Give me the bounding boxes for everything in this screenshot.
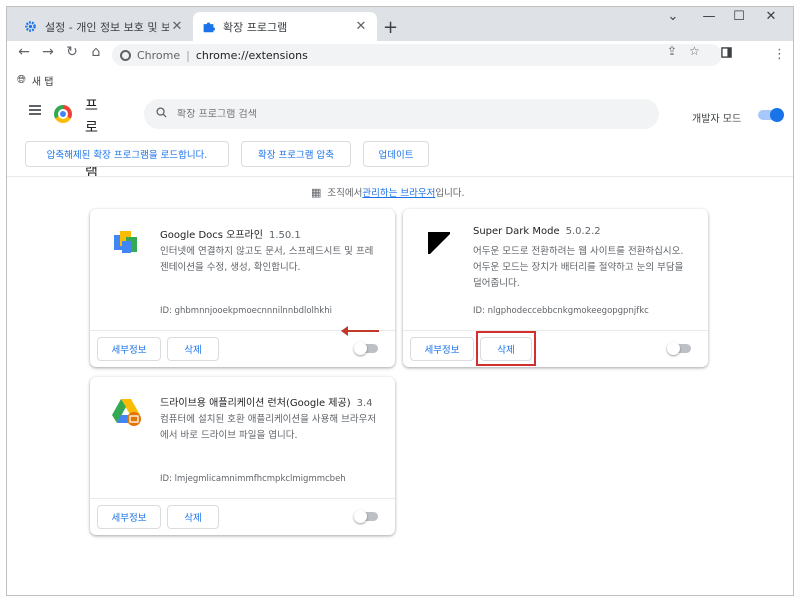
chevron-down-icon[interactable]: ⌄ [655, 9, 691, 24]
extension-version: 1.50.1 [268, 230, 301, 241]
search-icon [156, 107, 167, 121]
extension-id: ID: nlgphodeccebbcnkgmokeegopgpnjfkc [473, 306, 649, 316]
details-button[interactable]: 세부정보 [97, 337, 161, 361]
chrome-logo-icon [54, 105, 72, 123]
share-icon[interactable]: ⇪ [667, 44, 677, 58]
bookmark-star-icon[interactable]: ☆ [689, 44, 700, 58]
globe-icon: 🌐︎ [17, 73, 26, 86]
side-panel-icon[interactable] [721, 47, 732, 62]
kebab-menu-icon[interactable]: ⋮ [773, 47, 786, 62]
super-dark-mode-icon [423, 227, 455, 259]
dev-mode-toggle[interactable] [758, 108, 784, 122]
managed-browser-link[interactable]: 관리하는 브라우저 [362, 185, 435, 199]
pack-extension-button[interactable]: 확장 프로그램 압축 [241, 141, 351, 167]
tab-strip: 설정 - 개인 정보 보호 및 보안 ✕ 확장 프로그램 ✕ + ⌄ — ☐ ✕ [7, 7, 793, 41]
url-text: chrome://extensions [195, 48, 308, 62]
extension-card: Super Dark Mode 5.0.2.2 어두운 모드로 전환하려는 웹 사… [403, 209, 708, 367]
site-label: Chrome [137, 48, 181, 62]
gear-icon [23, 20, 37, 34]
header-divider [7, 176, 793, 177]
search-input[interactable] [177, 108, 617, 120]
close-tab-icon[interactable]: ✕ [169, 19, 185, 34]
enable-toggle[interactable] [667, 342, 691, 355]
extensions-header: 프로그램 개발자 모드 [7, 95, 793, 180]
forward-icon[interactable]: → [37, 44, 59, 60]
remove-button[interactable]: 삭제 [167, 337, 219, 361]
extension-description: 인터넷에 연결하지 않고도 문서, 스프레드시트 및 프레젠테이션을 수정, 생… [160, 246, 374, 273]
extension-name: Google Docs 오프라인 1.50.1 [160, 230, 301, 241]
remove-button[interactable]: 삭제 [167, 505, 219, 529]
extension-id: ID: lmjegmlicamnimmfhcmpkclmigmmcbeh [160, 474, 346, 484]
bookmarks-bar: 🌐︎ 새 탭 [7, 69, 793, 91]
annotation-arrow [341, 326, 379, 336]
tab-title: 확장 프로그램 [223, 20, 288, 34]
managed-suffix: 입니다. [435, 188, 465, 199]
separator: | [186, 48, 190, 62]
hamburger-menu-icon[interactable] [29, 105, 41, 115]
close-tab-icon[interactable]: ✕ [353, 19, 369, 34]
dev-mode-label: 개발자 모드 [692, 114, 742, 125]
enable-toggle[interactable] [354, 510, 378, 523]
card-divider [90, 498, 395, 499]
extension-name: 드라이브용 애플리케이션 런처(Google 제공) 3.4 [160, 398, 373, 409]
address-bar[interactable]: Chrome | chrome://extensions [112, 44, 722, 66]
browser-window: 설정 - 개인 정보 보호 및 보안 ✕ 확장 프로그램 ✕ + ⌄ — ☐ ✕… [6, 6, 794, 596]
managed-prefix: 조직에서 [327, 188, 363, 199]
google-docs-offline-icon [110, 227, 142, 259]
extension-description: 어두운 모드로 전환하려는 웹 사이트를 전환하십시오. 어두운 모드는 장치가… [473, 246, 684, 289]
managed-notice: ▦ 조직에서 관리하는 브라우저 입니다. [311, 185, 465, 200]
bookmark-new-tab[interactable]: 새 탭 [32, 73, 54, 88]
puzzle-icon [201, 20, 215, 34]
reload-icon[interactable]: ↻ [61, 44, 83, 60]
extension-version: 5.0.2.2 [565, 226, 601, 237]
tab-settings[interactable]: 설정 - 개인 정보 보호 및 보안 ✕ [15, 12, 193, 41]
extension-id: ID: ghbmnnjooekpmoecnnnilnnbdlolhkhi [160, 306, 332, 316]
extension-name: Super Dark Mode 5.0.2.2 [473, 226, 601, 237]
chrome-site-icon [120, 49, 131, 61]
extension-version: 3.4 [356, 398, 373, 409]
details-button[interactable]: 세부정보 [97, 505, 161, 529]
close-window-button[interactable]: ✕ [753, 9, 789, 24]
dev-actions: 압축해제된 확장 프로그램을 로드합니다. 확장 프로그램 압축 업데이트 [7, 141, 793, 171]
annotation-highlight-box [476, 331, 536, 366]
tab-title: 설정 - 개인 정보 보호 및 보안 [45, 20, 169, 34]
home-icon[interactable]: ⌂ [85, 44, 107, 60]
card-divider [403, 330, 708, 331]
extension-card: 드라이브용 애플리케이션 런처(Google 제공) 3.4 컴퓨터에 설치된 호… [90, 377, 395, 535]
new-tab-button[interactable]: + [383, 17, 398, 38]
search-bar[interactable] [144, 99, 659, 129]
drive-app-launcher-icon [110, 395, 142, 427]
details-button[interactable]: 세부정보 [410, 337, 474, 361]
tab-extensions[interactable]: 확장 프로그램 ✕ [193, 12, 377, 41]
enable-toggle[interactable] [354, 342, 378, 355]
maximize-button[interactable]: ☐ [721, 9, 757, 24]
building-icon: ▦ [311, 185, 322, 199]
load-unpacked-button[interactable]: 압축해제된 확장 프로그램을 로드합니다. [25, 141, 229, 167]
back-icon[interactable]: ← [13, 44, 35, 60]
extension-description: 컴퓨터에 설치된 호환 애플리케이션을 사용해 브라우저에서 바로 드라이브 파… [160, 414, 377, 441]
toolbar: ← → ↻ ⌂ Chrome | chrome://extensions ⇪ ☆… [7, 41, 793, 69]
extension-card: Google Docs 오프라인 1.50.1 인터넷에 연결하지 않고도 문서,… [90, 209, 395, 367]
update-button[interactable]: 업데이트 [363, 141, 429, 167]
